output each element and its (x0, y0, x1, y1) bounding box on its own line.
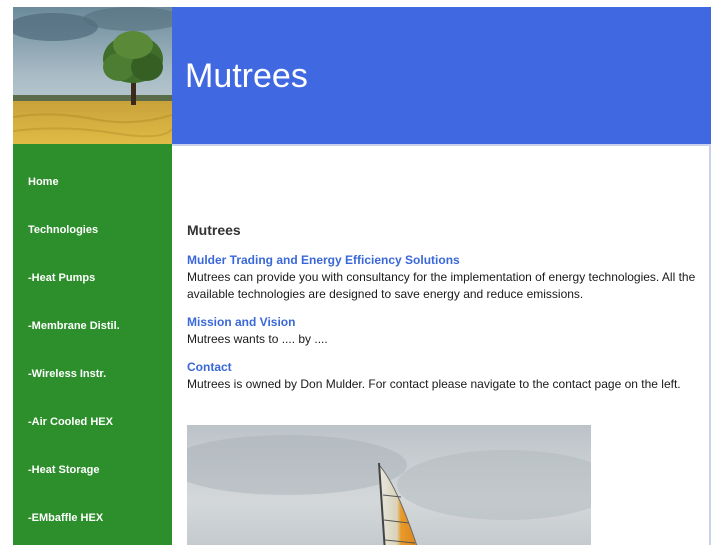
nav-item-heat-pumps[interactable]: -Heat Pumps (28, 268, 95, 288)
header-tree-field-photo (13, 7, 172, 144)
nav-item-heat-storage[interactable]: -Heat Storage (28, 460, 100, 480)
section-heading-contact: Contact (187, 360, 232, 374)
header-banner: Mutrees (172, 7, 711, 144)
sailboat-photo (187, 425, 591, 545)
section-text-mulder-trading-line2: available technologies are designed to s… (187, 287, 584, 301)
nav-item-membrane-distil[interactable]: -Membrane Distil. (28, 316, 120, 336)
section-heading-mulder-trading: Mulder Trading and Energy Efficiency Sol… (187, 253, 460, 267)
section-heading-mission: Mission and Vision (187, 315, 296, 329)
page-frame: Mutrees Home Technologies -Heat Pumps -M… (13, 7, 711, 545)
content-right-border (709, 144, 711, 545)
section-text-contact: Mutrees is owned by Don Mulder. For cont… (187, 377, 681, 391)
nav-item-air-cooled-hex[interactable]: -Air Cooled HEX (28, 412, 113, 432)
nav-item-technologies[interactable]: Technologies (28, 220, 98, 240)
nav-item-wireless-instr[interactable]: -Wireless Instr. (28, 364, 106, 384)
page-heading: Mutrees (187, 222, 241, 238)
section-text-mulder-trading-line1: Mutrees can provide you with consultancy… (187, 270, 696, 284)
sidebar-nav: Home Technologies -Heat Pumps -Membrane … (13, 144, 172, 545)
nav-item-embaffle-hex[interactable]: -EMbaffle HEX (28, 508, 103, 528)
nav-item-home[interactable]: Home (28, 172, 59, 192)
section-text-mission: Mutrees wants to .... by .... (187, 332, 328, 346)
site-title: Mutrees (185, 57, 308, 95)
